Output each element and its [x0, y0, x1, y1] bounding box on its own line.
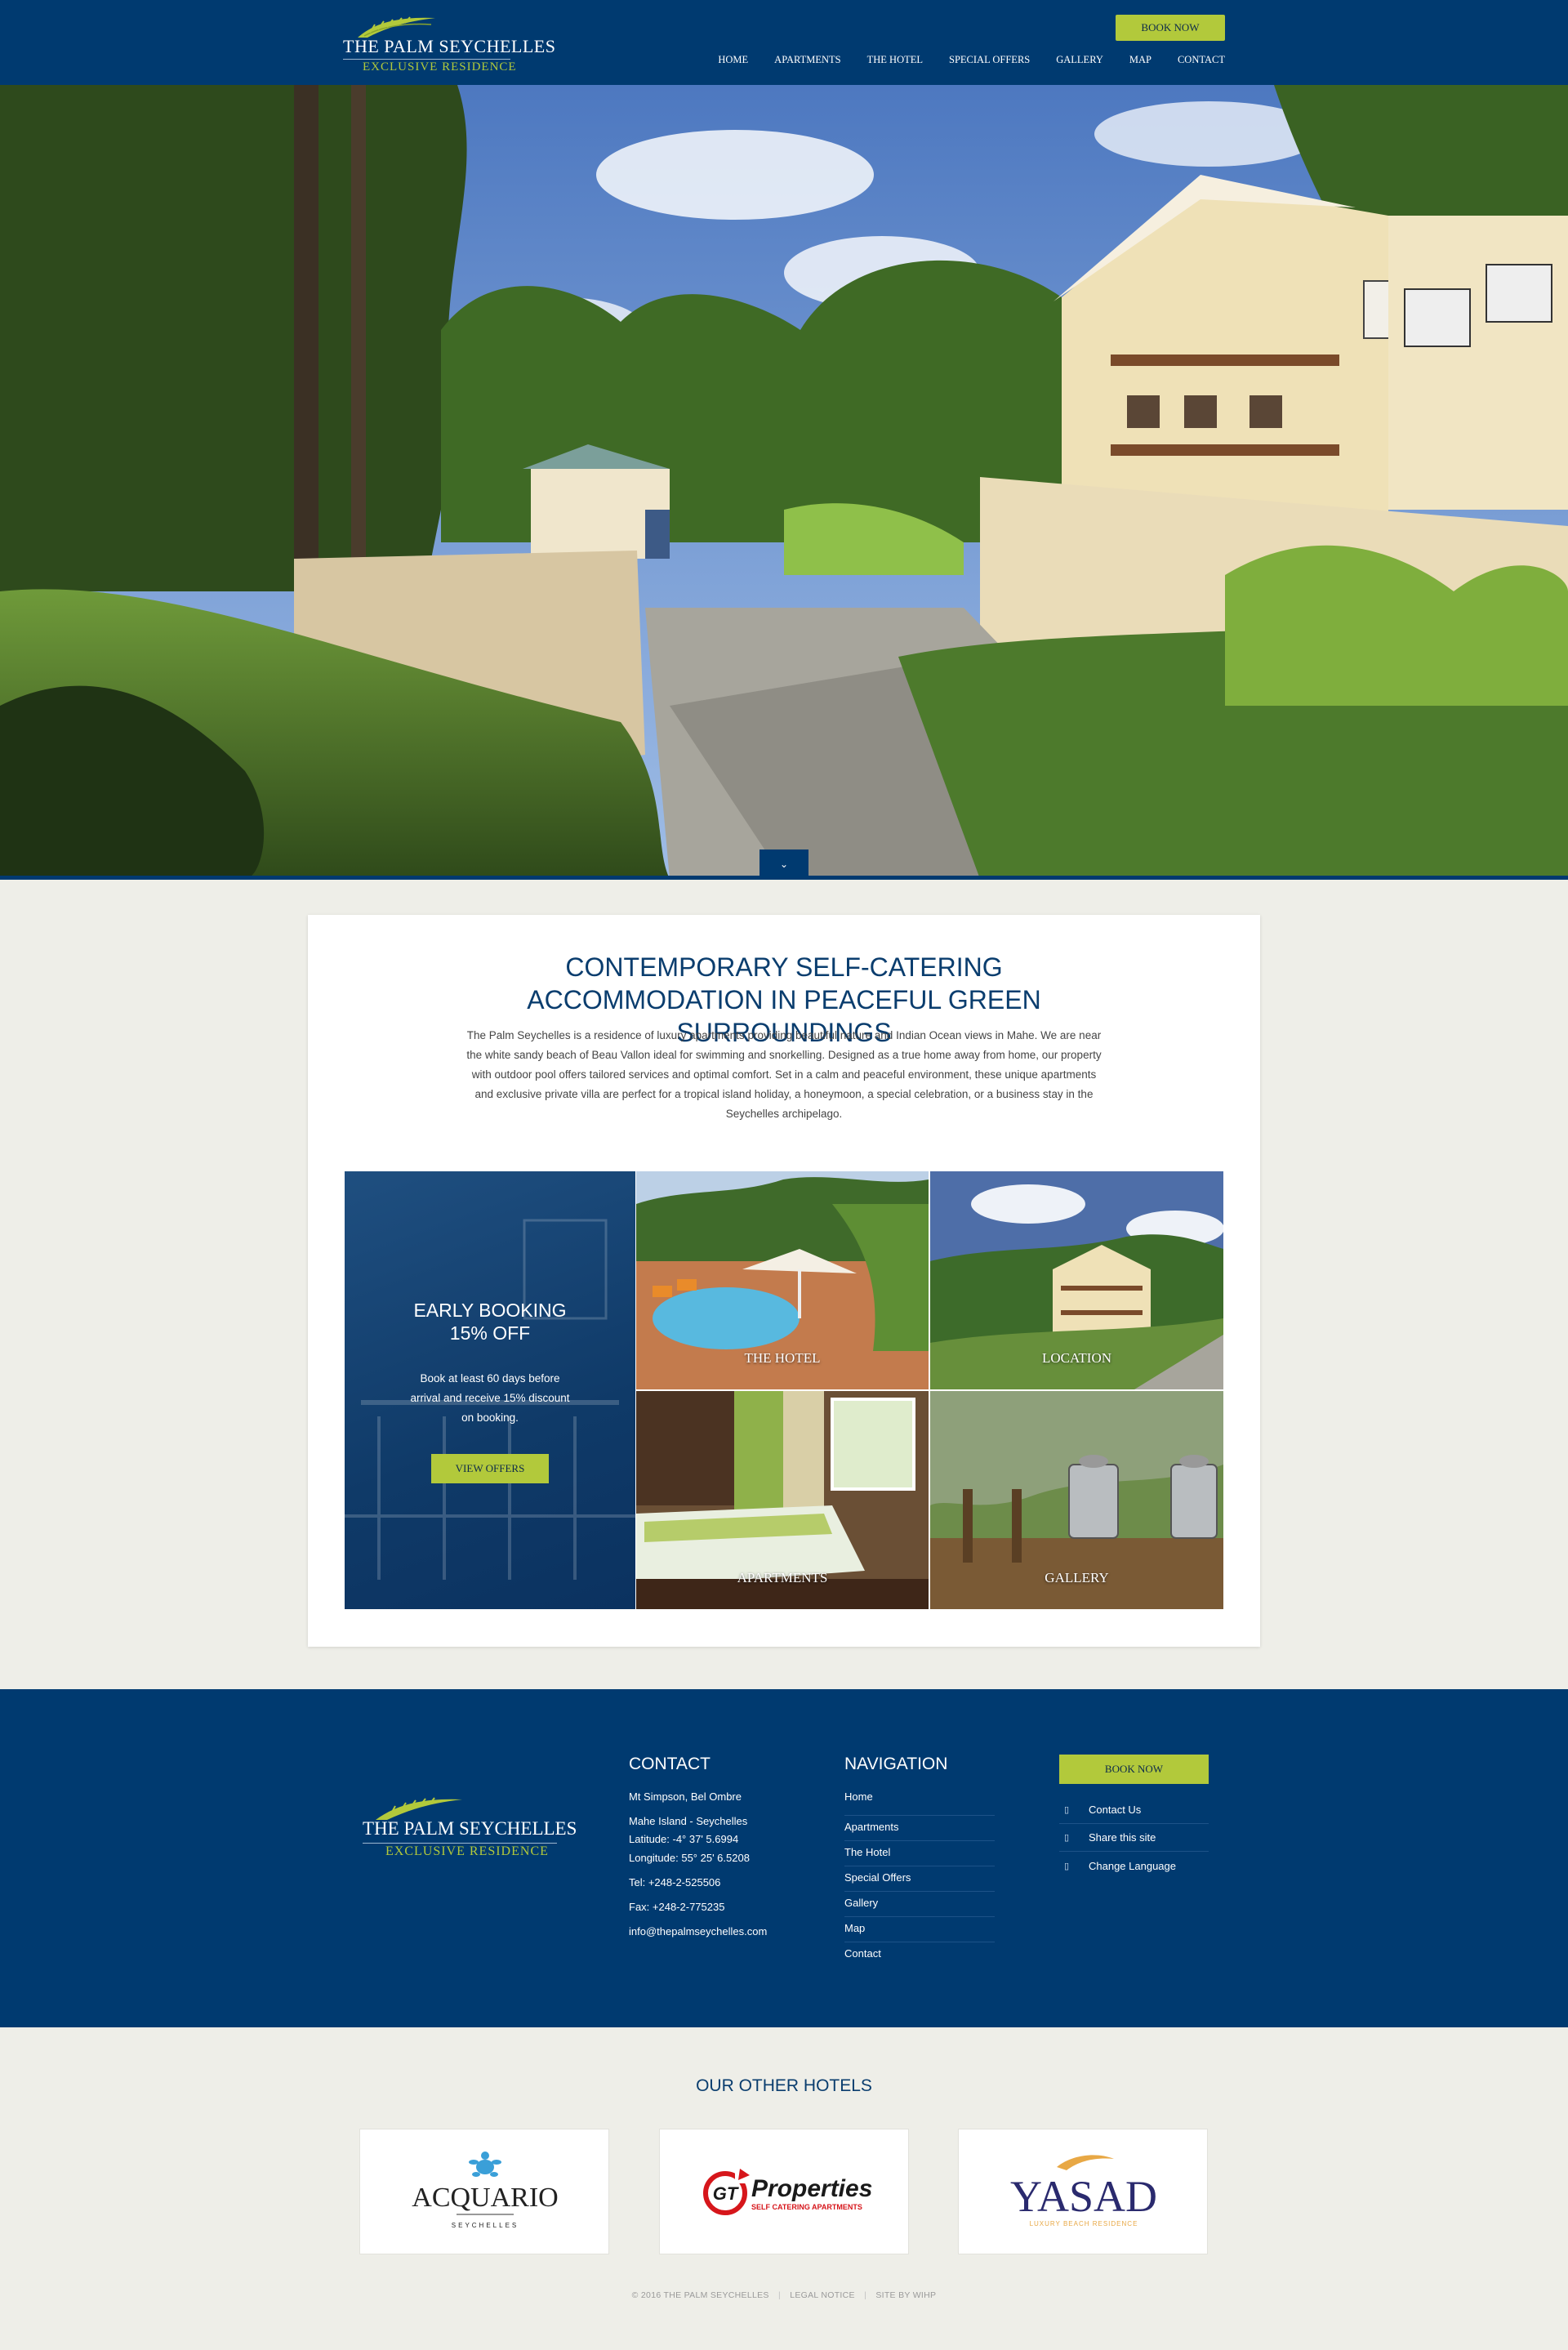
site-footer: THE PALM SEYCHELLES EXCLUSIVE RESIDENCE … [0, 1689, 1568, 2027]
acquario-sub: SEYCHELLES [452, 2222, 519, 2229]
yasad-sub: LUXURY BEACH RESIDENCE [1030, 2220, 1138, 2227]
gt-sub: SELF CATERING APARTMENTS [751, 2203, 862, 2211]
share-site-link[interactable]: ▯ Share this site [1059, 1824, 1209, 1852]
site-logo[interactable]: THE PALM SEYCHELLES EXCLUSIVE RESIDENCE [343, 15, 555, 74]
promo-text: Book at least 60 days before arrival and… [410, 1372, 570, 1424]
legal-notice-link[interactable]: LEGAL NOTICE [790, 2290, 855, 2300]
gt-mark: GT [713, 2183, 739, 2204]
main-nav: HOME APARTMENTS THE HOTEL SPECIAL OFFERS… [718, 54, 1225, 66]
share-icon: ▯ [1064, 1833, 1070, 1843]
tile-gallery[interactable]: GALLERY [930, 1391, 1223, 1609]
nav-map[interactable]: MAP [1129, 54, 1152, 66]
footer-nav-the-hotel[interactable]: The Hotel [844, 1841, 995, 1866]
tile-label-gallery: GALLERY [1045, 1570, 1109, 1585]
tile-label-the-hotel: THE HOTEL [744, 1350, 821, 1366]
navigation-title: NAVIGATION [844, 1755, 948, 1773]
promo-title-line2: 15% OFF [449, 1322, 531, 1344]
gt-name: Properties [751, 2175, 872, 2202]
separator: | [777, 2290, 781, 2300]
site-by-link[interactable]: SITE BY WIHP [875, 2290, 936, 2300]
hotel-card-acquario[interactable]: ACQUARIO SEYCHELLES [359, 2129, 609, 2254]
footer-logo-name: THE PALM SEYCHELLES [363, 1818, 577, 1839]
contact-email[interactable]: info@thepalmseychelles.com [629, 1925, 767, 1938]
footer-nav-map[interactable]: Map [844, 1917, 995, 1942]
tile-location[interactable]: LOCATION [930, 1171, 1223, 1389]
footer-nav-apartments[interactable]: Apartments [844, 1816, 995, 1841]
globe-icon: ▯ [1064, 1861, 1070, 1871]
nav-contact[interactable]: CONTACT [1178, 54, 1225, 66]
envelope-icon: ▯ [1064, 1805, 1070, 1815]
footer-nav: Home Apartments The Hotel Special Offers… [844, 1790, 995, 1968]
feature-grid: EARLY BOOKING 15% OFF Book at least 60 d… [345, 1171, 1223, 1609]
tile-label-location: LOCATION [1042, 1350, 1111, 1366]
promo-title: EARLY BOOKING 15% OFF [345, 1299, 635, 1344]
nav-home[interactable]: HOME [718, 54, 748, 66]
view-offers-button[interactable]: VIEW OFFERS [431, 1454, 549, 1483]
tile-apartments[interactable]: APARTMENTS [636, 1391, 929, 1609]
contact-title: CONTACT [629, 1755, 710, 1773]
change-language-label: Change Language [1089, 1859, 1176, 1872]
logo-tagline: EXCLUSIVE RESIDENCE [363, 60, 517, 74]
book-now-button[interactable]: BOOK NOW [1116, 15, 1225, 41]
footer-nav-home[interactable]: Home [844, 1790, 995, 1816]
site-header: THE PALM SEYCHELLES EXCLUSIVE RESIDENCE … [0, 0, 1568, 85]
contact-address-2: Mahe Island - Seychelles [629, 1815, 748, 1827]
contact-address-1: Mt Simpson, Bel Ombre [629, 1790, 742, 1803]
logo-divider [343, 59, 510, 60]
yasad-logo: YASAD LUXURY BEACH RESIDENCE [1010, 2155, 1157, 2227]
nav-the-hotel[interactable]: THE HOTEL [867, 54, 923, 66]
footer-nav-gallery[interactable]: Gallery [844, 1892, 995, 1917]
footer-nav-contact[interactable]: Contact [844, 1942, 995, 1968]
contact-longitude: Longitude: 55° 25' 6.5208 [629, 1852, 750, 1864]
change-language-link[interactable]: ▯ Change Language [1059, 1852, 1209, 1880]
gt-properties-logo: GT Properties SELF CATERING APARTMENTS [703, 2169, 872, 2215]
acquario-logo: ACQUARIO SEYCHELLES [412, 2152, 559, 2229]
copyright-bar: © 2016 THE PALM SEYCHELLES | LEGAL NOTIC… [0, 2290, 1568, 2300]
share-site-label: Share this site [1089, 1831, 1156, 1844]
footer-logo-divider [363, 1843, 557, 1844]
chevron-down-icon: ⌄ [779, 858, 789, 870]
nav-gallery[interactable]: GALLERY [1056, 54, 1103, 66]
intro-text: The Palm Seychelles is a residence of lu… [466, 1029, 1102, 1120]
footer-book-now-button[interactable]: BOOK NOW [1059, 1755, 1209, 1784]
promo-early-booking: EARLY BOOKING 15% OFF Book at least 60 d… [345, 1171, 635, 1609]
hotel-card-gt-properties[interactable]: GT Properties SELF CATERING APARTMENTS [659, 2129, 909, 2254]
hero-image [0, 85, 1568, 879]
logo-name: THE PALM SEYCHELLES [343, 36, 556, 56]
other-hotels-title: OUR OTHER HOTELS [696, 2076, 872, 2095]
footer-nav-special-offers[interactable]: Special Offers [844, 1866, 995, 1892]
scroll-down-button[interactable]: ⌄ [760, 849, 808, 879]
footer-logo[interactable]: THE PALM SEYCHELLES EXCLUSIVE RESIDENCE [363, 1795, 577, 1869]
separator: | [864, 2290, 867, 2300]
promo-title-line1: EARLY BOOKING [413, 1300, 567, 1321]
contact-us-label: Contact Us [1089, 1804, 1142, 1816]
intro-card: CONTEMPORARY SELF-CATERING ACCOMMODATION… [308, 915, 1260, 1647]
acquario-name: ACQUARIO [412, 2183, 558, 2213]
tile-label-apartments: APARTMENTS [737, 1570, 828, 1585]
footer-quick-links: ▯ Contact Us ▯ Share this site ▯ Change … [1059, 1796, 1209, 1880]
hotel-card-yasad[interactable]: YASAD LUXURY BEACH RESIDENCE [958, 2129, 1208, 2254]
nav-apartments[interactable]: APARTMENTS [774, 54, 840, 66]
tile-the-hotel[interactable]: THE HOTEL [636, 1171, 929, 1389]
contact-fax: Fax: +248-2-775235 [629, 1901, 725, 1913]
copyright-text: © 2016 THE PALM SEYCHELLES [631, 2290, 769, 2300]
footer-logo-tagline: EXCLUSIVE RESIDENCE [385, 1844, 549, 1858]
nav-special-offers[interactable]: SPECIAL OFFERS [949, 54, 1030, 66]
yasad-name: YASAD [1010, 2172, 1157, 2221]
contact-latitude: Latitude: -4° 37' 5.6994 [629, 1833, 739, 1845]
contact-us-link[interactable]: ▯ Contact Us [1059, 1796, 1209, 1824]
contact-tel[interactable]: Tel: +248-2-525506 [629, 1876, 720, 1888]
